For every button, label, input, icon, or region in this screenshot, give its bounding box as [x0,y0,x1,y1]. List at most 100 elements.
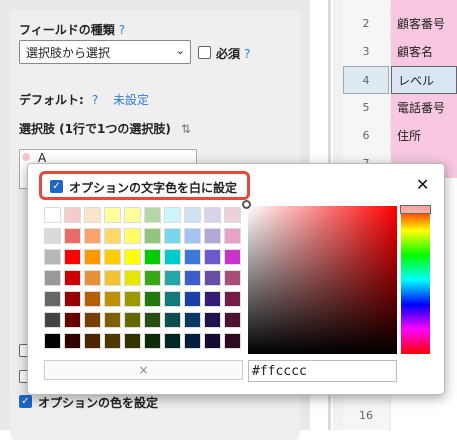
color-swatch[interactable] [204,312,221,328]
color-swatch[interactable] [64,312,81,328]
color-swatch[interactable] [144,207,161,223]
color-swatch[interactable] [124,249,141,265]
color-swatch[interactable] [104,312,121,328]
color-swatch[interactable] [64,228,81,244]
choice-color-dot[interactable] [22,153,30,161]
color-swatch[interactable] [224,228,241,244]
sheet-row[interactable]: 3 顧客名 [343,38,457,66]
color-swatch[interactable] [184,312,201,328]
color-swatch[interactable] [224,249,241,265]
color-swatch[interactable] [204,270,221,286]
color-swatch[interactable] [84,333,101,349]
color-swatch[interactable] [44,312,61,328]
color-swatch[interactable] [224,207,241,223]
color-swatch[interactable] [184,333,201,349]
color-swatch[interactable] [104,291,121,307]
color-swatch[interactable] [164,249,181,265]
color-swatch[interactable] [164,291,181,307]
color-swatch[interactable] [144,312,161,328]
option-color-checkbox[interactable]: ✓ [19,395,32,408]
color-swatch[interactable] [204,291,221,307]
default-help-icon[interactable]: ? [92,93,98,107]
default-value-link[interactable]: 未設定 [113,91,149,108]
sheet-row[interactable]: 5 電話番号 [343,94,457,122]
color-swatch[interactable] [84,312,101,328]
color-swatch[interactable] [204,207,221,223]
color-swatch[interactable] [64,291,81,307]
color-swatch[interactable] [144,249,161,265]
color-swatch[interactable] [144,228,161,244]
color-swatch[interactable] [224,291,241,307]
sheet-row[interactable]: 16 [343,402,457,430]
sheet-row[interactable]: 4 レベル [343,66,457,94]
color-swatch[interactable] [204,228,221,244]
required-checkbox[interactable] [198,46,211,59]
required-help-icon[interactable]: ? [244,47,250,61]
sheet-row[interactable]: 1 [343,0,457,10]
row-cell[interactable]: レベル [391,66,457,94]
color-swatch[interactable] [84,207,101,223]
color-swatch[interactable] [184,249,201,265]
white-text-checkbox[interactable]: ✓ [50,180,63,193]
saturation-value-picker[interactable] [242,200,397,354]
close-icon[interactable]: ✕ [416,175,429,194]
color-swatch[interactable] [224,333,241,349]
color-swatch[interactable] [44,249,61,265]
color-swatch[interactable] [184,228,201,244]
color-swatch[interactable] [44,333,61,349]
color-swatch[interactable] [84,270,101,286]
color-swatch[interactable] [104,228,121,244]
color-swatch[interactable] [44,207,61,223]
color-swatch[interactable] [104,333,121,349]
color-swatch[interactable] [204,249,221,265]
sort-icon[interactable]: ⇅ [181,122,191,136]
color-swatch[interactable] [124,291,141,307]
color-swatch[interactable] [184,291,201,307]
row-cell[interactable]: 顧客名 [391,38,457,66]
color-swatch[interactable] [64,270,81,286]
hue-slider[interactable] [400,205,431,354]
color-swatch[interactable] [124,270,141,286]
row-cell[interactable] [391,0,457,10]
color-swatch[interactable] [164,207,181,223]
color-swatch[interactable] [104,249,121,265]
field-type-help-icon[interactable]: ? [119,23,125,37]
color-swatch[interactable] [64,207,81,223]
color-swatch[interactable] [144,291,161,307]
color-swatch[interactable] [124,228,141,244]
color-swatch[interactable] [104,207,121,223]
field-type-select[interactable]: 選択肢から選択 ⌄ [19,40,191,64]
color-swatch[interactable] [124,207,141,223]
color-swatch[interactable] [224,312,241,328]
color-swatch[interactable] [164,270,181,286]
color-swatch[interactable] [204,333,221,349]
color-swatch[interactable] [224,270,241,286]
color-swatch[interactable] [144,333,161,349]
white-text-option[interactable]: ✓ オプションの文字色を白に設定 [39,171,250,200]
color-swatch[interactable] [84,291,101,307]
sheet-row[interactable]: 6 住所 [343,122,457,150]
color-swatch[interactable] [84,249,101,265]
color-swatch[interactable] [64,333,81,349]
color-swatch[interactable] [64,249,81,265]
color-swatch[interactable] [84,228,101,244]
color-swatch[interactable] [184,270,201,286]
color-swatch[interactable] [44,228,61,244]
color-swatch[interactable] [184,207,201,223]
color-swatch[interactable] [144,270,161,286]
color-swatch[interactable] [164,333,181,349]
row-cell[interactable]: 顧客番号 [391,10,457,38]
color-swatch[interactable] [104,270,121,286]
color-swatch[interactable] [44,270,61,286]
color-swatch[interactable] [124,333,141,349]
hex-color-input[interactable] [248,360,397,382]
sv-handle[interactable] [242,200,251,209]
color-swatch[interactable] [44,291,61,307]
sheet-row[interactable]: 2 顧客番号 [343,10,457,38]
clear-color-button[interactable]: × [44,360,243,380]
row-cell[interactable] [391,402,457,430]
row-cell[interactable]: 電話番号 [391,94,457,122]
row-cell[interactable]: 住所 [391,122,457,150]
color-swatch[interactable] [164,312,181,328]
hue-handle[interactable] [400,205,431,214]
